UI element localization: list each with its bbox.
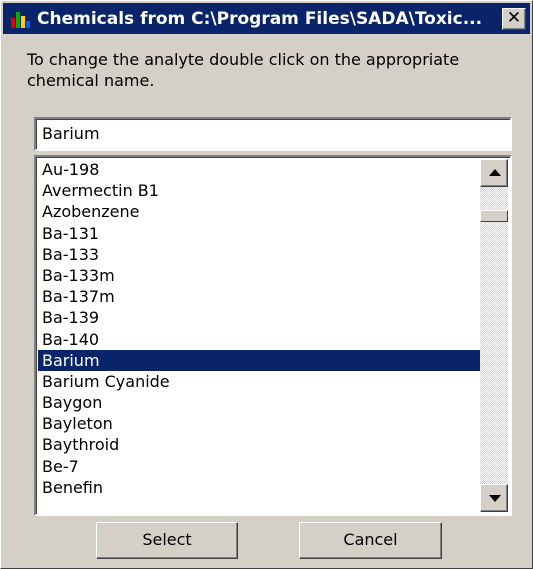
scroll-thumb[interactable] [480, 210, 508, 222]
list-item[interactable]: Ba-131 [38, 223, 482, 244]
list-item[interactable]: Avermectin B1 [38, 180, 482, 201]
close-icon: ✕ [506, 8, 522, 28]
select-button[interactable]: Select [96, 522, 238, 559]
vertical-scrollbar[interactable] [480, 159, 508, 512]
bar-chart-app-icon [11, 10, 31, 28]
list-item[interactable]: Azobenzene [38, 201, 482, 222]
arrow-down-icon [489, 495, 501, 502]
list-item[interactable]: Bayleton [38, 413, 482, 434]
scroll-up-button[interactable] [480, 159, 508, 187]
list-item[interactable]: Baygon [38, 392, 482, 413]
list-item[interactable]: Ba-137m [38, 286, 482, 307]
scroll-down-button[interactable] [480, 484, 508, 512]
list-item[interactable]: Ba-140 [38, 329, 482, 350]
window-title: Chemicals from C:\Program Files\SADA\Tox… [37, 8, 483, 29]
list-item[interactable]: Benefin [38, 477, 482, 498]
list-item[interactable]: Baythroid [38, 434, 482, 455]
close-button[interactable]: ✕ [502, 7, 526, 30]
cancel-button[interactable]: Cancel [299, 522, 442, 559]
list-item[interactable]: Barium Cyanide [38, 371, 482, 392]
chemicals-dialog: Chemicals from C:\Program Files\SADA\Tox… [0, 0, 533, 569]
list-item[interactable]: Be-7 [38, 456, 482, 477]
list-item[interactable]: Ba-133m [38, 265, 482, 286]
chemical-list-items: Au-198 Avermectin B1 Azobenzene Ba-131 Ba-13… [38, 159, 482, 498]
list-item[interactable]: Au-198 [38, 159, 482, 180]
list-item[interactable]: Ba-139 [38, 307, 482, 328]
arrow-up-icon [489, 169, 501, 176]
list-item[interactable]: Barium [38, 349, 482, 371]
list-item[interactable]: Ba-133 [38, 244, 482, 265]
chemical-name-input[interactable]: Barium [34, 117, 512, 151]
instruction-text: To change the analyte double click on th… [27, 50, 460, 90]
title-bar[interactable]: Chemicals from C:\Program Files\SADA\Tox… [3, 3, 530, 34]
chemical-list[interactable]: Au-198 Avermectin B1 Azobenzene Ba-131 Ba-13… [34, 155, 512, 516]
